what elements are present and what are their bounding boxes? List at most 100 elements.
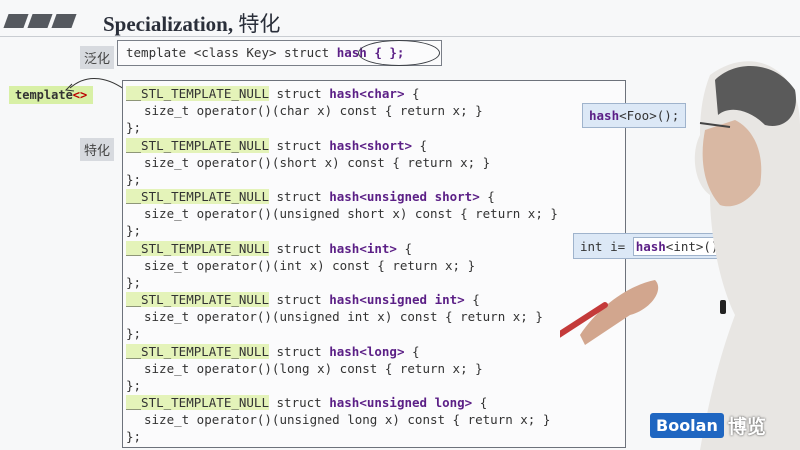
specialization-block: __STL_TEMPLATE_NULL struct hash<unsigned… xyxy=(126,188,558,239)
presenter-glasses xyxy=(699,122,731,128)
specialization-block: __STL_TEMPLATE_NULL struct hash<long> {s… xyxy=(126,343,483,394)
spec-close-brace: }; xyxy=(126,326,142,341)
spec-operator: size_t operator()(short x) const { retur… xyxy=(144,154,491,170)
spec-open-brace: { xyxy=(404,343,420,359)
spec-body-line: size_t operator()(char x) const { return… xyxy=(126,102,483,119)
spec-close-line: }; xyxy=(126,325,543,342)
spec-body-line: size_t operator()(unsigned short x) cons… xyxy=(126,205,558,222)
spec-name: hash<short> xyxy=(329,137,413,153)
brand-logo: Boolan 博览 xyxy=(650,412,766,439)
header-bar xyxy=(27,14,53,28)
spec-name: hash<unsigned int> xyxy=(329,292,465,307)
spec-header-line: __STL_TEMPLATE_NULL struct hash<unsigned… xyxy=(126,188,558,205)
spec-open-brace: { xyxy=(412,137,428,153)
spec-macro: __STL_TEMPLATE_NULL xyxy=(126,86,269,101)
spec-open-brace: { xyxy=(472,395,488,410)
spec-header-line: __STL_TEMPLATE_NULL struct hash<char> { xyxy=(126,85,483,102)
note-hash-foo: hash<Foo>(); xyxy=(582,103,687,128)
header-bar xyxy=(51,14,77,28)
specialization-block: __STL_TEMPLATE_NULL struct hash<int> {si… xyxy=(126,240,475,291)
presenter-face xyxy=(702,120,762,207)
spec-header-line: __STL_TEMPLATE_NULL struct hash<int> { xyxy=(126,240,475,257)
title-cn: 特化 xyxy=(238,12,281,36)
logo-cn: 博览 xyxy=(727,416,766,438)
spec-operator: size_t operator()(int x) const { return … xyxy=(144,257,476,273)
note-int-rest: <int>() xyxy=(665,239,719,254)
spec-header-line: __STL_TEMPLATE_NULL struct hash<unsigned… xyxy=(126,291,543,308)
spec-name: hash<char> xyxy=(329,86,405,101)
title-main: Specialization, xyxy=(103,12,234,36)
spec-operator: size_t operator()(char x) const { return… xyxy=(144,103,483,118)
note-int-keyword: hash xyxy=(635,239,666,254)
spec-close-brace: }; xyxy=(126,429,142,444)
spec-header-line: __STL_TEMPLATE_NULL struct hash<unsigned… xyxy=(126,394,550,411)
spec-name: hash<unsigned short> xyxy=(329,189,480,204)
header-bar xyxy=(3,14,29,28)
spec-struct-keyword: struct xyxy=(269,86,330,101)
lapel-microphone xyxy=(720,300,726,314)
slide: Specialization, 特化 泛化 template <class Ke… xyxy=(0,0,800,450)
spec-close-brace: }; xyxy=(126,223,142,238)
spec-body-line: size_t operator()(short x) const { retur… xyxy=(126,154,490,171)
spec-body-line: size_t operator()(int x) const { return … xyxy=(126,257,475,274)
spec-close-brace: }; xyxy=(126,274,142,290)
spec-open-brace: { xyxy=(396,240,413,256)
spec-struct-keyword: struct xyxy=(269,240,330,256)
note-int-highlight: hash<int>() xyxy=(632,237,722,256)
template-marker-text: template xyxy=(15,88,73,102)
spec-body-line: size_t operator()(long x) const { return… xyxy=(126,360,483,377)
spec-operator: size_t operator()(unsigned long x) const… xyxy=(144,412,551,427)
presenter-hair xyxy=(715,66,796,126)
spec-macro: __STL_TEMPLATE_NULL xyxy=(126,343,269,359)
label-generic: 泛化 xyxy=(80,46,115,69)
spec-macro: __STL_TEMPLATE_NULL xyxy=(126,189,269,204)
spec-struct-keyword: struct xyxy=(269,343,330,359)
spec-macro: __STL_TEMPLATE_NULL xyxy=(126,137,269,153)
spec-close-line: }; xyxy=(126,171,490,188)
spec-name: hash<long> xyxy=(329,343,405,359)
spec-struct-keyword: struct xyxy=(269,137,330,153)
template-marker: template<> xyxy=(9,86,94,104)
hash-highlight-ellipse xyxy=(358,40,440,66)
spec-macro: __STL_TEMPLATE_NULL xyxy=(126,240,269,256)
header-bars xyxy=(3,14,77,28)
note-foo-rest: <Foo>(); xyxy=(619,108,680,123)
specialization-block: __STL_TEMPLATE_NULL struct hash<short> {… xyxy=(126,137,490,188)
spec-open-brace: { xyxy=(464,292,480,307)
spec-close-line: }; xyxy=(126,222,558,239)
logo-brand: Boolan xyxy=(650,413,724,438)
specialization-block: __STL_TEMPLATE_NULL struct hash<unsigned… xyxy=(126,394,550,445)
spec-close-brace: }; xyxy=(126,377,142,393)
primary-template-prefix: template <class Key> struct xyxy=(126,45,337,60)
spec-operator: size_t operator()(unsigned short x) cons… xyxy=(144,206,558,221)
spec-open-brace: { xyxy=(404,86,420,101)
spec-macro: __STL_TEMPLATE_NULL xyxy=(126,292,269,307)
spec-close-brace: }; xyxy=(126,120,142,135)
specialization-code-panel: __STL_TEMPLATE_NULL struct hash<char> {s… xyxy=(122,80,626,448)
spec-close-line: }; xyxy=(126,428,550,445)
note-foo-keyword: hash xyxy=(589,108,620,123)
spec-header-line: __STL_TEMPLATE_NULL struct hash<short> { xyxy=(126,137,490,154)
title-divider xyxy=(0,36,800,37)
template-marker-brackets: <> xyxy=(72,88,88,102)
note-int-usage: int i= hash<int>() xyxy=(573,233,733,259)
spec-close-brace: }; xyxy=(126,171,142,187)
spec-open-brace: { xyxy=(479,189,495,204)
spec-close-line: }; xyxy=(126,377,483,394)
spec-body-line: size_t operator()(unsigned long x) const… xyxy=(126,411,550,428)
spec-struct-keyword: struct xyxy=(269,189,330,204)
note-int-prefix: int i= xyxy=(580,239,633,254)
spec-close-line: }; xyxy=(126,274,475,291)
spec-name: hash<int> xyxy=(329,240,397,256)
spec-header-line: __STL_TEMPLATE_NULL struct hash<long> { xyxy=(126,343,483,360)
spec-operator: size_t operator()(unsigned int x) const … xyxy=(144,309,543,324)
spec-macro: __STL_TEMPLATE_NULL xyxy=(126,395,269,410)
spec-struct-keyword: struct xyxy=(269,395,330,410)
spec-body-line: size_t operator()(unsigned int x) const … xyxy=(126,308,543,325)
spec-struct-keyword: struct xyxy=(269,292,330,307)
slide-title: Specialization, 特化 xyxy=(103,8,280,38)
spec-operator: size_t operator()(long x) const { return… xyxy=(144,360,483,376)
spec-name: hash<unsigned long> xyxy=(329,395,473,410)
spec-close-line: }; xyxy=(126,119,483,136)
specialization-block: __STL_TEMPLATE_NULL struct hash<unsigned… xyxy=(126,291,543,342)
